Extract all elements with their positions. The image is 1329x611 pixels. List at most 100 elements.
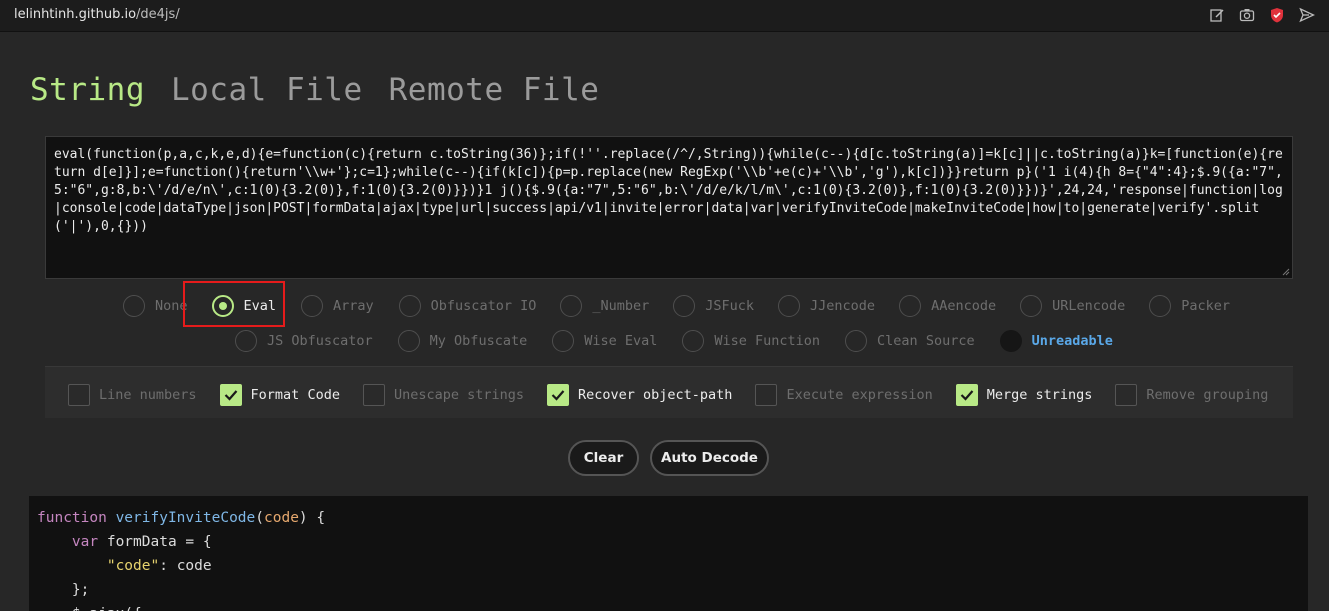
radio-unreadable[interactable]: Unreadable — [999, 330, 1113, 352]
radio-label: Packer — [1181, 298, 1231, 314]
checkbox-box[interactable] — [68, 384, 90, 406]
code-token: var — [71, 534, 107, 550]
tab-local-file[interactable]: Local File — [171, 72, 363, 108]
radio-circle[interactable] — [899, 295, 922, 317]
url-text[interactable]: lelinhtinh.github.io/de4js/ — [14, 7, 180, 22]
clear-button[interactable]: Clear — [568, 440, 639, 476]
decoded-output[interactable]: function verifyInviteCode(code) { var fo… — [29, 496, 1308, 611]
checkbox-merge-strings[interactable]: Merge strings — [955, 384, 1093, 406]
code-token: function — [37, 510, 116, 526]
radio-aaencode[interactable]: AAencode — [899, 295, 996, 317]
radio-circle[interactable] — [682, 330, 705, 352]
source-input[interactable]: eval(function(p,a,c,k,e,d){e=function(c)… — [45, 136, 1293, 279]
format-options-panel: Line numbers Format Code Unescape string… — [45, 366, 1293, 418]
code-line: var formData = { — [37, 530, 1300, 554]
radio-circle[interactable] — [845, 330, 868, 352]
radio-circle[interactable] — [1020, 295, 1043, 317]
checkbox-box[interactable] — [955, 384, 978, 406]
shield-extension-icon[interactable] — [1269, 7, 1285, 23]
url-path: /de4js/ — [136, 7, 180, 22]
radio-label: Obfuscator IO — [430, 298, 537, 314]
radio-eval[interactable]: Eval — [211, 295, 276, 317]
radio-js-obfuscator[interactable]: JS Obfuscator — [235, 330, 373, 352]
radio-circle[interactable] — [397, 330, 420, 352]
check-icon — [551, 390, 565, 401]
radio-array[interactable]: Array — [301, 295, 374, 317]
check-icon — [960, 390, 974, 401]
code-line: $.ajax({ — [37, 602, 1300, 611]
radio-wise-function[interactable]: Wise Function — [682, 330, 820, 352]
code-token: ( — [255, 510, 264, 526]
encoding-options-row-1: None Eval Array Obfuscator IO _Number JS… — [123, 295, 1230, 317]
radio-jjencode[interactable]: JJencode — [778, 295, 875, 317]
checkbox-label: Remove grouping — [1146, 387, 1269, 403]
radio-none[interactable]: None — [123, 295, 188, 317]
checkbox-format-code[interactable]: Format Code — [219, 384, 340, 406]
checkbox-label: Merge strings — [986, 387, 1093, 403]
browser-toolbar-icons — [1209, 7, 1315, 23]
radio-circle[interactable] — [552, 330, 575, 352]
radio-label: JSFuck — [705, 298, 755, 314]
radio-label: JJencode — [810, 298, 876, 314]
radio-circle[interactable] — [398, 295, 421, 317]
radio-label: URLencode — [1052, 298, 1126, 314]
code-token: : code — [159, 558, 212, 574]
radio-label: Clean Source — [877, 333, 975, 349]
radio-label: None — [155, 298, 188, 314]
checkbox-box[interactable] — [1115, 384, 1138, 406]
checkbox-label: Execute expression — [786, 387, 933, 403]
code-token: "code" — [106, 558, 160, 574]
resize-handle-icon[interactable] — [1282, 268, 1290, 276]
checkbox-line-numbers[interactable]: Line numbers — [68, 384, 197, 406]
source-input-text[interactable]: eval(function(p,a,c,k,e,d){e=function(c)… — [54, 146, 1284, 236]
radio-circle[interactable] — [235, 330, 257, 352]
tab-remote-file[interactable]: Remote File — [389, 72, 600, 108]
radio-circle[interactable] — [301, 295, 324, 317]
radio-label: AAencode — [931, 298, 997, 314]
tab-string[interactable]: String — [30, 72, 145, 108]
checkbox-execute-expression[interactable]: Execute expression — [755, 384, 933, 406]
radio-my-obfuscate[interactable]: My Obfuscate — [397, 330, 527, 352]
radio-circle[interactable] — [123, 295, 145, 317]
encoding-options-row-2: JS Obfuscator My Obfuscate Wise Eval Wis… — [235, 330, 1113, 352]
auto-decode-button[interactable]: Auto Decode — [650, 440, 769, 476]
radio-circle[interactable] — [560, 295, 583, 317]
checkbox-unescape-strings[interactable]: Unescape strings — [362, 384, 524, 406]
checkbox-box[interactable] — [362, 384, 385, 406]
radio-wise-eval[interactable]: Wise Eval — [552, 330, 657, 352]
checkbox-box[interactable] — [755, 384, 778, 406]
checkbox-remove-grouping[interactable]: Remove grouping — [1115, 384, 1268, 406]
radio-label: Array — [333, 298, 374, 314]
radio-circle[interactable] — [673, 295, 696, 317]
radio-number[interactable]: _Number — [560, 295, 649, 317]
radio-obfuscator-io[interactable]: Obfuscator IO — [398, 295, 537, 317]
radio-label: _Number — [592, 298, 650, 314]
code-token: ) { — [298, 510, 326, 526]
edit-icon[interactable] — [1209, 7, 1225, 23]
radio-clean-source[interactable]: Clean Source — [845, 330, 975, 352]
checkbox-label: Unescape strings — [393, 387, 524, 403]
checkbox-box[interactable] — [547, 384, 569, 406]
checkbox-label: Format Code — [250, 387, 340, 403]
camera-icon[interactable] — [1239, 7, 1255, 23]
radio-jsfuck[interactable]: JSFuck — [673, 295, 754, 317]
input-mode-tabs: String Local File Remote File — [30, 72, 599, 108]
radio-circle[interactable] — [778, 295, 801, 317]
radio-packer[interactable]: Packer — [1149, 295, 1230, 317]
code-token: }; — [37, 582, 90, 598]
radio-circle[interactable] — [999, 330, 1022, 352]
code-line: "code": code — [37, 554, 1300, 578]
checkbox-recover-object-path[interactable]: Recover object-path — [547, 384, 732, 406]
code-line: function verifyInviteCode(code) { — [37, 506, 1300, 530]
checkbox-box[interactable] — [219, 384, 242, 406]
radio-circle[interactable] — [211, 295, 234, 317]
radio-label: JS Obfuscator — [267, 333, 373, 349]
radio-circle[interactable] — [1149, 295, 1172, 317]
radio-urlencode[interactable]: URLencode — [1020, 295, 1125, 317]
code-token: verifyInviteCode — [115, 510, 256, 526]
send-icon[interactable] — [1299, 7, 1315, 23]
check-icon — [224, 390, 237, 401]
code-line: }; — [37, 578, 1300, 602]
